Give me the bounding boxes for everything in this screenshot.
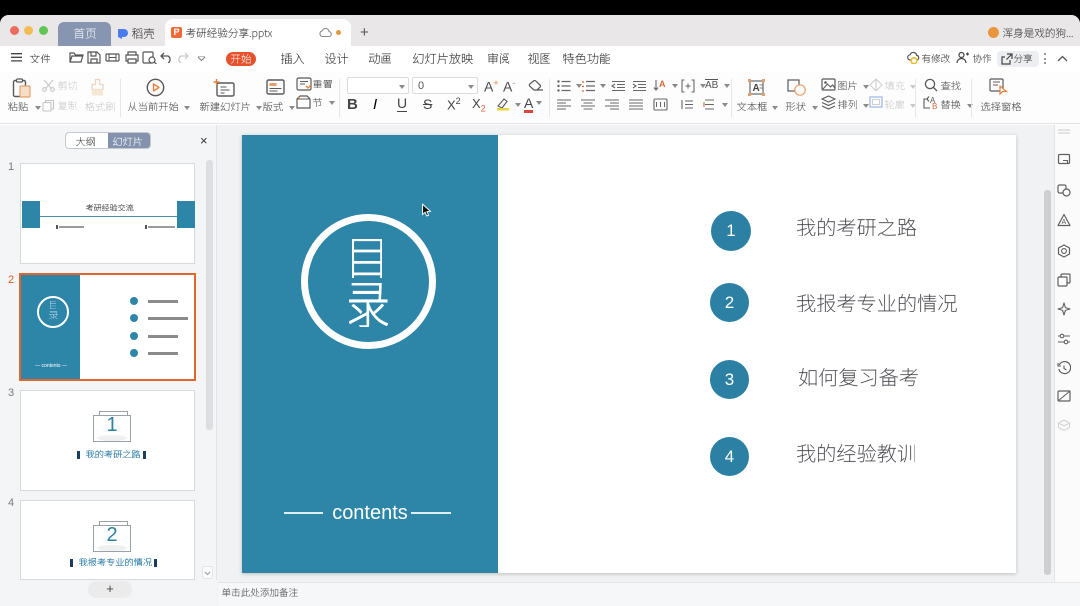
svg-text:B: B xyxy=(932,102,937,110)
svg-text:A: A xyxy=(753,83,760,94)
svg-text:A: A xyxy=(659,79,666,89)
svg-text:A: A xyxy=(1062,219,1067,226)
